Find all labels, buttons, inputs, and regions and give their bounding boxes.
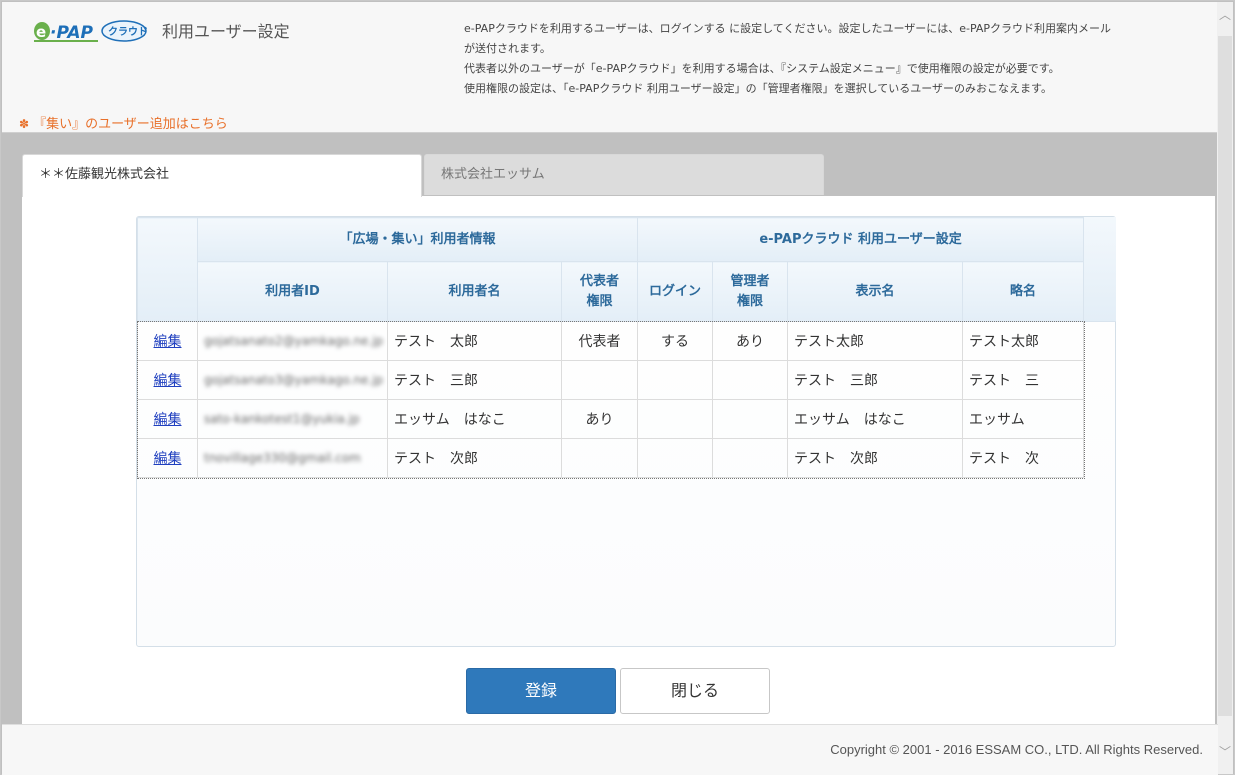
admin-cell[interactable] bbox=[712, 438, 789, 478]
representative-cell[interactable]: あり bbox=[560, 399, 639, 439]
notice-line: e-PAPクラウドを利用するユーザーは、ログインする に設定してください。設定し… bbox=[464, 22, 1112, 35]
add-user-link[interactable]: ✽ 『集い』のユーザー追加はこちら bbox=[19, 113, 228, 132]
short-name-cell[interactable]: テスト 三 bbox=[962, 360, 1085, 400]
table-body: 編集 gojatsanato2@yamkago.ne.jp テスト 太郎 代表者… bbox=[136, 320, 1085, 479]
notice-line: 代表者以外のユーザーが「e-PAPクラウド」を利用する場合は、『システム設定メニ… bbox=[464, 62, 1060, 75]
user-id-cell: gojatsanato2@yamkago.ne.jp bbox=[197, 321, 388, 361]
user-id-cell: tnovillage330@gmail.com bbox=[197, 438, 388, 478]
display-name-cell[interactable]: テスト 次郎 bbox=[787, 438, 964, 478]
notice-line: 使用権限の設定は、「e-PAPクラウド 利用ユーザー設定」の「管理者権限」を選択… bbox=[464, 82, 1052, 95]
gear-icon: ✽ bbox=[19, 117, 30, 131]
scroll-down-icon[interactable]: ﹀ bbox=[1217, 738, 1233, 766]
header-line: 権限 bbox=[586, 293, 613, 309]
column-header-login: ログイン bbox=[637, 261, 714, 322]
display-name-cell[interactable]: テスト 三郎 bbox=[787, 360, 964, 400]
svg-text:e: e bbox=[36, 23, 46, 41]
login-cell[interactable] bbox=[637, 399, 714, 439]
copyright-text: Copyright © 2001 - 2016 ESSAM CO., LTD. … bbox=[830, 742, 1203, 757]
column-header-user-id: 利用者ID bbox=[197, 261, 388, 322]
edit-cell: 編集 bbox=[137, 321, 198, 361]
edit-cell: 編集 bbox=[137, 360, 198, 400]
users-table-container: 「広場・集い」利用者情報 e-PAPクラウド 利用ユーザー設定 利用者ID 利用… bbox=[136, 216, 1116, 647]
scroll-up-icon[interactable]: ︿ bbox=[1217, 6, 1233, 34]
user-name-cell: テスト 三郎 bbox=[387, 360, 562, 400]
user-id-value: gojatsanato2@yamkago.ne.jp bbox=[204, 334, 384, 348]
tab-sato-kanko[interactable]: ＊＊佐藤観光株式会社 bbox=[22, 154, 422, 197]
close-button[interactable]: 閉じる bbox=[620, 668, 770, 714]
short-name-cell[interactable]: テスト太郎 bbox=[962, 321, 1085, 361]
edit-link[interactable]: 編集 bbox=[154, 373, 182, 389]
table-header-filler bbox=[1083, 217, 1116, 322]
svg-text:クラウド: クラウド bbox=[108, 26, 148, 38]
tab-essam[interactable]: 株式会社エッサム bbox=[424, 154, 824, 195]
column-header-display-name: 表示名 bbox=[787, 261, 964, 322]
short-name-cell[interactable]: エッサム bbox=[962, 399, 1085, 439]
page-footer: Copyright © 2001 - 2016 ESSAM CO., LTD. … bbox=[2, 724, 1218, 775]
display-name-cell[interactable]: エッサム はなこ bbox=[787, 399, 964, 439]
table-row: 編集 tnovillage330@gmail.com テスト 次郎 テスト 次郎… bbox=[137, 438, 1085, 478]
user-name-cell: エッサム はなこ bbox=[387, 399, 562, 439]
tab-label: ＊＊佐藤観光株式会社 bbox=[39, 167, 170, 182]
tab-panel: 「広場・集い」利用者情報 e-PAPクラウド 利用ユーザー設定 利用者ID 利用… bbox=[22, 196, 1215, 724]
register-button[interactable]: 登録 bbox=[466, 668, 616, 714]
user-id-value: tnovillage330@gmail.com bbox=[204, 451, 361, 465]
vertical-scrollbar[interactable]: ︿ ﹀ bbox=[1217, 2, 1233, 774]
header-corner bbox=[137, 217, 198, 322]
notice-text: e-PAPクラウドを利用するユーザーは、ログインする に設定してください。設定し… bbox=[464, 19, 1184, 99]
column-header-representative: 代表者 権限 bbox=[560, 261, 639, 322]
user-name-cell: テスト 太郎 bbox=[387, 321, 562, 361]
edit-link[interactable]: 編集 bbox=[154, 412, 182, 428]
edit-link[interactable]: 編集 bbox=[154, 334, 182, 350]
column-header-admin: 管理者 権限 bbox=[712, 261, 789, 322]
page-header: e ·PAP クラウド 利用ユーザー設定 e-PAPクラウドを利用するユーザーは… bbox=[2, 2, 1218, 133]
user-id-cell: sato-kankotest1@yukia.jp bbox=[197, 399, 388, 439]
tab-label: 株式会社エッサム bbox=[441, 167, 545, 182]
users-table: 「広場・集い」利用者情報 e-PAPクラウド 利用ユーザー設定 利用者ID 利用… bbox=[136, 217, 1085, 479]
login-cell[interactable] bbox=[637, 438, 714, 478]
header-line: 管理者 bbox=[730, 273, 770, 289]
admin-cell[interactable] bbox=[712, 399, 789, 439]
admin-cell[interactable]: あり bbox=[712, 321, 789, 361]
column-header-short-name: 略名 bbox=[962, 261, 1085, 322]
table-row: 編集 gojatsanato2@yamkago.ne.jp テスト 太郎 代表者… bbox=[137, 321, 1085, 361]
short-name-cell[interactable]: テスト 次 bbox=[962, 438, 1085, 478]
header-line: 権限 bbox=[737, 293, 764, 309]
admin-cell[interactable] bbox=[712, 360, 789, 400]
user-id-value: gojatsanato3@yamkago.ne.jp bbox=[204, 373, 384, 387]
user-id-value: sato-kankotest1@yukia.jp bbox=[204, 412, 360, 426]
representative-cell[interactable] bbox=[560, 360, 639, 400]
epap-cloud-logo: e ·PAP クラウド bbox=[32, 16, 150, 46]
scrollbar-thumb[interactable] bbox=[1218, 36, 1232, 716]
edit-link[interactable]: 編集 bbox=[154, 451, 182, 467]
add-user-link-label: 『集い』のユーザー追加はこちら bbox=[33, 117, 228, 132]
edit-cell: 編集 bbox=[137, 438, 198, 478]
app-window: e ·PAP クラウド 利用ユーザー設定 e-PAPクラウドを利用するユーザーは… bbox=[0, 0, 1235, 775]
user-id-cell: gojatsanato3@yamkago.ne.jp bbox=[197, 360, 388, 400]
representative-cell[interactable]: 代表者 bbox=[560, 321, 639, 361]
login-cell[interactable]: する bbox=[637, 321, 714, 361]
user-name-cell: テスト 次郎 bbox=[387, 438, 562, 478]
table-row: 編集 sato-kankotest1@yukia.jp エッサム はなこ あり … bbox=[137, 399, 1085, 439]
display-name-cell[interactable]: テスト太郎 bbox=[787, 321, 964, 361]
edit-cell: 編集 bbox=[137, 399, 198, 439]
page-title: 利用ユーザー設定 bbox=[162, 22, 290, 41]
column-header-user-name: 利用者名 bbox=[387, 261, 562, 322]
notice-line: が送付されます。 bbox=[464, 42, 551, 55]
representative-cell[interactable] bbox=[560, 438, 639, 478]
table-row: 編集 gojatsanato3@yamkago.ne.jp テスト 三郎 テスト… bbox=[137, 360, 1085, 400]
header-line: 代表者 bbox=[580, 273, 620, 289]
group-header-user-info: 「広場・集い」利用者情報 bbox=[196, 217, 639, 262]
login-cell[interactable] bbox=[637, 360, 714, 400]
group-header-epap-settings: e-PAPクラウド 利用ユーザー設定 bbox=[637, 217, 1085, 262]
